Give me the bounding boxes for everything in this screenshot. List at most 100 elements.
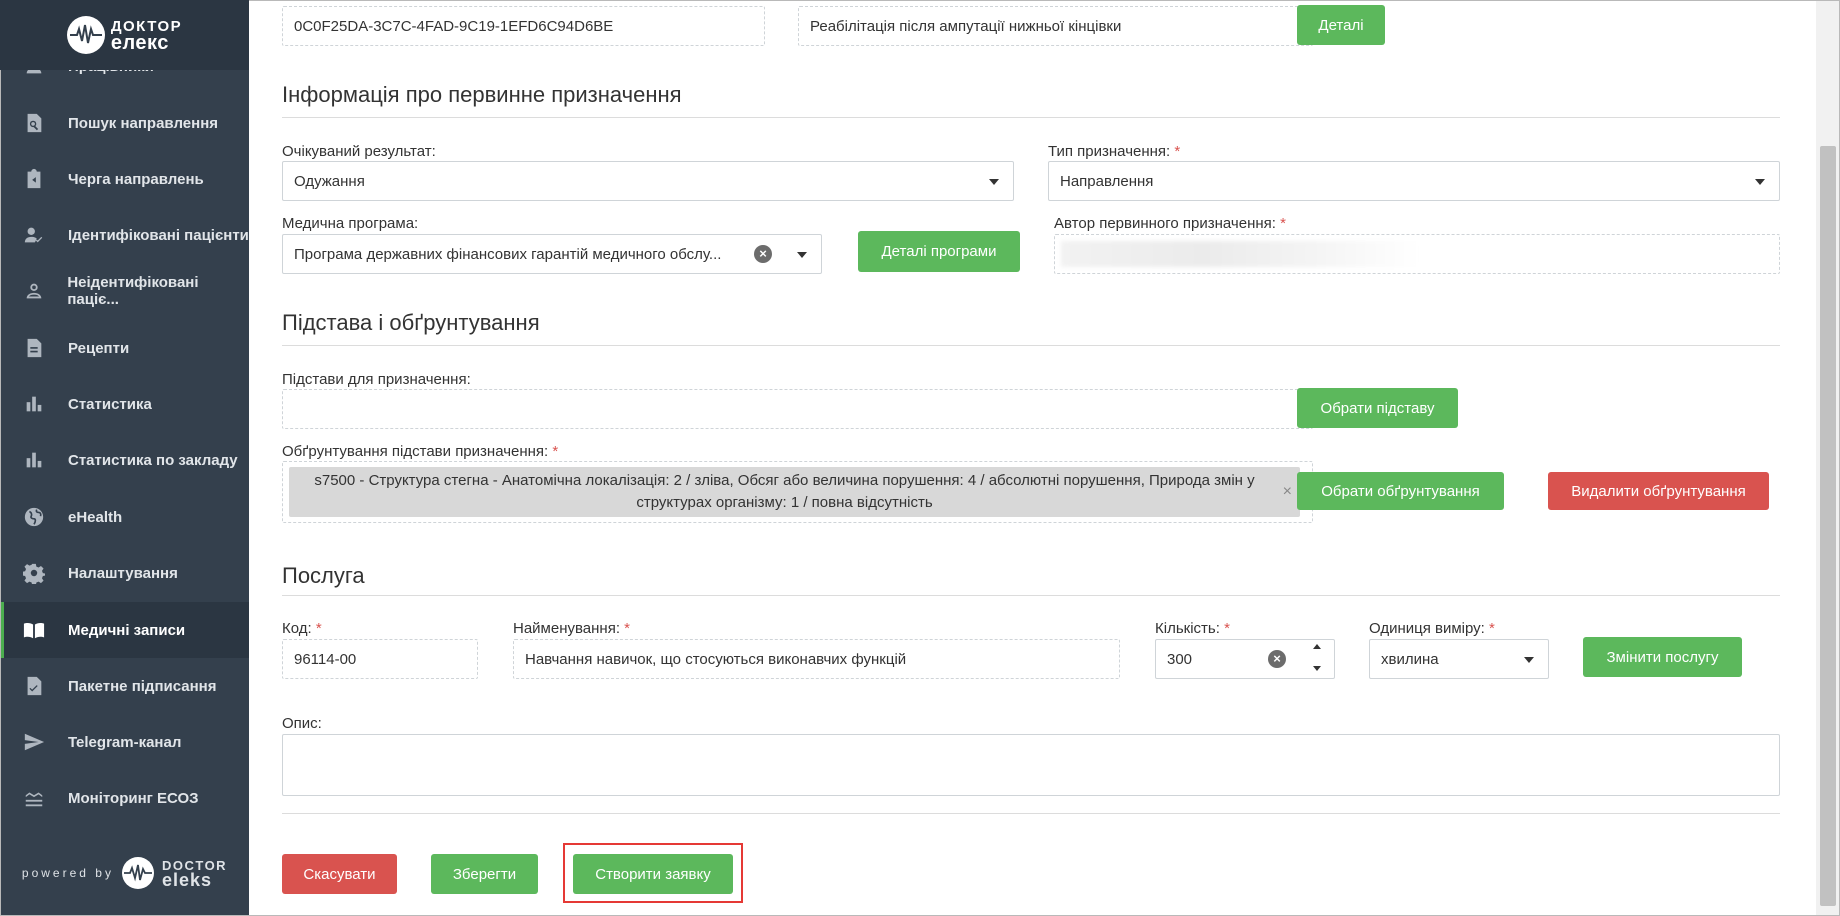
sidebar-item-monitoring[interactable]: Моніторинг ЕСОЗ	[0, 770, 249, 826]
clear-icon[interactable]: ×	[754, 245, 772, 263]
sidebar: Працівники Пошук направлення Черга напра…	[0, 0, 249, 916]
sidebar-item-identified-patients[interactable]: Ідентифіковані пацієнти	[0, 207, 249, 263]
redacted-author	[1061, 241, 1419, 267]
unit-value: хвилина	[1381, 650, 1439, 668]
medical-program-label: Медична програма:	[282, 215, 419, 232]
required-mark: *	[624, 620, 631, 637]
sidebar-item-label: Telegram-канал	[68, 733, 182, 751]
sidebar-item-label: Медичні записи	[68, 621, 186, 639]
expected-result-value: Одужання	[294, 172, 365, 190]
program-details-button[interactable]: Деталі програми	[858, 231, 1020, 272]
medical-program-select[interactable]: Програма державних фінансових гарантій м…	[282, 234, 822, 274]
search-document-icon	[22, 111, 46, 135]
required-mark: *	[315, 620, 322, 637]
bar-chart-icon	[22, 448, 46, 472]
details-button[interactable]: Деталі	[1297, 5, 1385, 45]
powered-by-label: powered by	[21, 866, 114, 880]
logo-mark-icon	[66, 16, 105, 54]
description-textarea[interactable]	[282, 734, 1780, 796]
divider	[282, 117, 1780, 118]
sidebar-item-ehealth[interactable]: eHealth	[0, 489, 249, 545]
stepper-down-icon[interactable]	[1313, 666, 1321, 671]
justification-tag: s7500 - Структура стегна - Анатомічна ло…	[289, 467, 1300, 517]
sidebar-item-label: Ідентифіковані пацієнти	[68, 226, 249, 244]
sidebar-item-medical-records[interactable]: Медичні записи	[0, 602, 249, 658]
scrollbar[interactable]	[1816, 0, 1840, 916]
logo-text: ДОКТОР елекс	[110, 18, 183, 54]
unit-label: Одиниця виміру: *	[1369, 620, 1495, 637]
sidebar-item-label: Статистика	[68, 395, 152, 413]
clear-icon[interactable]: ×	[1268, 650, 1286, 668]
service-section-title: Послуга	[282, 563, 365, 588]
unit-select[interactable]: хвилина	[1369, 639, 1549, 679]
sidebar-item-search-referral[interactable]: Пошук направлення	[0, 95, 249, 151]
create-request-button[interactable]: Створити заявку	[573, 854, 733, 894]
bar-chart-icon	[22, 392, 46, 416]
delete-justification-button[interactable]: Видалити обґрунтування	[1548, 472, 1769, 510]
cancel-button[interactable]: Скасувати	[282, 854, 397, 894]
quantity-stepper[interactable]: 300 ×	[1155, 639, 1335, 679]
service-code-field[interactable]: 96114-00	[282, 639, 478, 679]
justification-field[interactable]: s7500 - Структура стегна - Анатомічна ло…	[282, 461, 1313, 523]
sidebar-item-label: Рецепти	[68, 339, 130, 357]
sidebar-item-label: Моніторинг ЕСОЗ	[68, 789, 199, 807]
service-code-label: Код: *	[282, 620, 322, 637]
required-mark: *	[1224, 620, 1230, 637]
service-name-field[interactable]: Навчання навичок, що стосуються виконавч…	[513, 639, 1120, 679]
document-sign-icon	[22, 674, 46, 698]
chevron-down-icon	[797, 252, 807, 258]
logo-bar: ДОКТОР елекс	[0, 0, 249, 70]
sidebar-item-settings[interactable]: Налаштування	[0, 545, 249, 601]
assignment-type-label: Тип призначення: *	[1048, 143, 1181, 160]
sidebar-item-facility-statistics[interactable]: Статистика по закладу	[0, 432, 249, 488]
gear-icon	[22, 561, 46, 585]
service-name-label: Найменування: *	[513, 620, 631, 637]
divider	[282, 595, 1780, 596]
sidebar-item-label: eHealth	[68, 508, 123, 526]
scrollbar-thumb[interactable]	[1820, 146, 1836, 906]
document-icon	[22, 336, 46, 360]
save-button[interactable]: Зберегти	[431, 854, 538, 894]
primary-section-title: Інформація про первинне призначення	[282, 82, 682, 107]
quantity-value: 300	[1167, 650, 1193, 668]
clipboard-arrow-icon	[22, 167, 46, 191]
change-service-button[interactable]: Змінити послугу	[1583, 637, 1742, 677]
expected-result-select[interactable]: Одужання	[282, 161, 1014, 201]
globe-icon	[22, 505, 46, 529]
person-outline-icon	[22, 279, 45, 303]
divider	[282, 813, 1780, 814]
basis-section-title: Підстава і обґрунтування	[282, 310, 540, 335]
chevron-down-icon	[1524, 657, 1534, 663]
description-label: Опис:	[282, 715, 322, 732]
assignment-type-value: Направлення	[1060, 172, 1154, 190]
sidebar-item-label: Пошук направлення	[68, 114, 218, 132]
wave-icon	[22, 786, 46, 810]
remove-tag-icon[interactable]: ×	[1283, 481, 1292, 503]
reasons-field[interactable]	[282, 389, 1313, 429]
author-field[interactable]	[1054, 234, 1780, 274]
required-mark: *	[1174, 143, 1181, 160]
author-label: Автор первинного призначення: *	[1054, 215, 1286, 232]
sidebar-item-label: Черга направлень	[68, 170, 204, 188]
choose-reason-button[interactable]: Обрати підставу	[1297, 388, 1458, 428]
app-logo[interactable]: ДОКТОР елекс	[66, 16, 183, 54]
sidebar-item-unidentified-patients[interactable]: Неідентифіковані паціє...	[0, 263, 249, 319]
referral-name-field[interactable]: Реабілітація після ампутації нижньої кін…	[798, 6, 1313, 46]
medical-program-value: Програма державних фінансових гарантій м…	[294, 245, 722, 263]
expected-result-label: Очікуваний результат:	[282, 143, 436, 160]
referral-id-field[interactable]: 0C0F25DA-3C7C-4FAD-9C19-1EFD6C94D6BE	[282, 6, 765, 46]
assignment-type-select[interactable]: Направлення	[1048, 161, 1780, 201]
choose-justification-button[interactable]: Обрати обґрунтування	[1297, 472, 1504, 510]
stepper-up-icon[interactable]	[1313, 644, 1321, 649]
sidebar-item-telegram[interactable]: Telegram-канал	[0, 714, 249, 770]
chevron-down-icon	[989, 179, 999, 185]
sidebar-item-label: Статистика по закладу	[68, 451, 238, 469]
sidebar-item-batch-signing[interactable]: Пакетне підписання	[0, 658, 249, 714]
main-content: 0C0F25DA-3C7C-4FAD-9C19-1EFD6C94D6BE Реа…	[249, 0, 1816, 916]
chevron-down-icon	[1755, 179, 1765, 185]
sidebar-item-prescriptions[interactable]: Рецепти	[0, 320, 249, 376]
sidebar-item-label: Пакетне підписання	[68, 677, 217, 695]
sidebar-item-referral-queue[interactable]: Черга направлень	[0, 151, 249, 207]
reasons-label: Підстави для призначення:	[282, 371, 471, 388]
sidebar-item-statistics[interactable]: Статистика	[0, 376, 249, 432]
